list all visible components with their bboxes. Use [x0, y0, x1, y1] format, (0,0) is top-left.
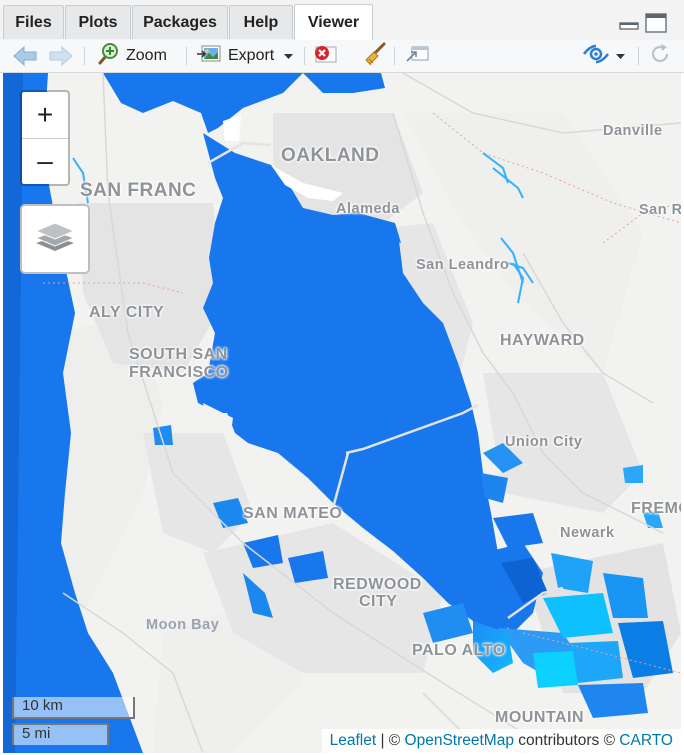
zoom-control: + –: [20, 90, 70, 186]
clear-icon: [312, 43, 338, 70]
tab-help[interactable]: Help: [229, 5, 293, 39]
place-label-south-sf-2: FRANCISCO: [129, 364, 229, 381]
place-label-south-sf-1: SOUTH SAN: [129, 346, 228, 363]
export-label: Export: [228, 47, 275, 64]
place-label-san-francisco: SAN FRANC: [80, 180, 197, 201]
place-label-palo-alto: PALO ALTO: [412, 642, 506, 659]
place-label-daly-city: ALY CITY: [89, 304, 165, 321]
scale-bar-imperial: 5 mi: [12, 723, 109, 745]
zoom-out-button[interactable]: –: [22, 138, 68, 184]
export-menu-button[interactable]: Export: [196, 43, 294, 70]
place-label-redwood-city-2: CITY: [359, 593, 398, 610]
zoom-in-button[interactable]: +: [22, 92, 68, 139]
zoom-button[interactable]: Zoom: [96, 42, 167, 71]
place-label-mountain-view: MOUNTAIN: [495, 709, 585, 726]
openstreetmap-link[interactable]: OpenStreetMap: [405, 732, 514, 750]
tab-plots[interactable]: Plots: [65, 5, 131, 39]
toolbar-divider: [394, 47, 395, 65]
layers-icon: [34, 219, 76, 260]
refresh-button[interactable]: [648, 42, 672, 71]
carto-link[interactable]: CARTO: [619, 732, 673, 750]
place-label-union-city: Union City: [505, 434, 583, 450]
place-label-san-ramon: San R: [639, 202, 681, 218]
publish-icon: [582, 43, 610, 70]
minimize-pane-icon[interactable]: [619, 15, 639, 36]
chevron-down-icon: [284, 47, 294, 65]
place-label-alameda: Alameda: [336, 201, 400, 217]
pane-tab-bar: Files Plots Packages Help Viewer: [0, 0, 684, 41]
place-label-san-mateo: SAN MATEO: [243, 505, 343, 522]
place-label-half-moon-bay: Moon Bay: [146, 617, 220, 633]
toolbar-divider: [84, 47, 85, 65]
layers-control-button[interactable]: [20, 204, 90, 274]
map-attribution: Leaflet | © OpenStreetMap contributors ©…: [321, 729, 681, 753]
toolbar-divider: [304, 47, 305, 65]
show-in-new-window-button[interactable]: [404, 44, 430, 68]
broom-icon: [362, 42, 388, 71]
tab-packages[interactable]: Packages: [132, 5, 228, 39]
place-label-redwood-city-1: REDWOOD: [333, 576, 422, 593]
tab-files[interactable]: Files: [3, 5, 64, 39]
scale-bar-metric: 10 km: [12, 697, 135, 719]
zoom-icon: [96, 42, 120, 71]
place-label-hayward: HAYWARD: [500, 332, 585, 349]
attribution-contributors: contributors ©: [513, 732, 620, 749]
place-label-fremont: FREMONT: [631, 500, 681, 517]
leaflet-map[interactable]: OAKLAND SAN FRANC Danville San R Alameda…: [3, 73, 681, 753]
viewer-toolbar: Zoom Export: [0, 40, 684, 73]
place-label-danville: Danville: [603, 123, 663, 139]
forward-arrow-icon[interactable]: [48, 44, 74, 68]
refresh-icon: [648, 42, 672, 71]
toolbar-divider: [638, 47, 639, 65]
toolbar-divider: [186, 47, 187, 65]
place-label-san-leandro: San Leandro: [416, 257, 510, 273]
export-icon: [196, 43, 222, 70]
maximize-pane-icon[interactable]: [645, 13, 667, 38]
place-label-newark: Newark: [560, 525, 615, 541]
publish-menu-button[interactable]: [582, 44, 625, 68]
back-arrow-icon[interactable]: [12, 44, 38, 68]
chevron-down-icon: [616, 47, 625, 65]
show-in-window-icon: [404, 43, 430, 70]
map-tiles: [3, 73, 681, 753]
tab-viewer[interactable]: Viewer: [294, 4, 373, 40]
clear-viewer-button[interactable]: [312, 44, 338, 68]
place-label-oakland: OAKLAND: [281, 145, 380, 166]
attribution-separator: | ©: [376, 732, 405, 749]
zoom-label: Zoom: [126, 47, 167, 64]
leaflet-link[interactable]: Leaflet: [330, 732, 377, 750]
clear-all-button[interactable]: [362, 42, 388, 71]
